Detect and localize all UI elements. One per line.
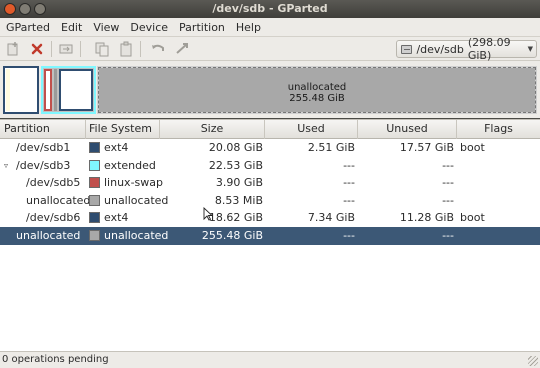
apply-icon <box>176 43 188 54</box>
table-row[interactable]: /dev/sdb1 ext4 20.08 GiB 2.51 GiB 17.57 GiB b… <box>0 139 540 157</box>
device-selector[interactable]: /dev/sdb (298.09 GiB) ▼ <box>396 36 537 62</box>
table-row[interactable]: ▿ /dev/sdb3 extended 22.53 GiB --- --- <box>0 157 540 175</box>
mouse-cursor-icon <box>203 207 213 221</box>
expander-arrow-icon[interactable]: ▿ <box>4 157 8 175</box>
cell-flags: boot <box>460 141 485 154</box>
paste-icon <box>120 41 132 57</box>
paste-button[interactable] <box>118 41 134 57</box>
partition-table: Partition File System Size Used Unused F… <box>0 119 540 351</box>
table-row[interactable]: unallocated unallocated 8.53 MiB --- --- <box>0 192 540 210</box>
new-partition-icon <box>7 42 18 56</box>
cell-file-system: extended <box>104 158 156 172</box>
map-unallocated-large[interactable]: unallocated 255.48 GiB <box>97 66 537 114</box>
operations-pending: 0 operations pending <box>2 354 109 365</box>
undo-icon <box>152 44 164 51</box>
cell-partition: /dev/sdb3 <box>16 158 71 172</box>
toolbar: /dev/sdb (298.09 GiB) ▼ <box>0 36 540 62</box>
cell-size: 22.53 GiB <box>208 158 263 172</box>
resize-grip[interactable] <box>528 356 538 366</box>
map-unallocated-label: unallocated <box>287 82 347 93</box>
column-unused[interactable]: Unused <box>358 120 457 139</box>
menu-help[interactable]: Help <box>230 21 266 34</box>
map-partition-sdb6[interactable] <box>59 69 93 111</box>
table-row[interactable]: /dev/sdb5 linux-swap 3.90 GiB --- --- <box>0 174 540 192</box>
cell-size: 255.48 GiB <box>201 228 263 242</box>
column-used[interactable]: Used <box>265 120 358 139</box>
column-size[interactable]: Size <box>160 120 265 139</box>
table-header: Partition File System Size Used Unused F… <box>0 120 540 139</box>
map-partition-extended[interactable] <box>41 66 96 114</box>
undo-button[interactable] <box>150 41 166 57</box>
cell-partition: unallocated <box>26 193 91 207</box>
cell-unused: 11.28 GiB <box>399 211 454 224</box>
new-partition-button[interactable] <box>5 41 21 57</box>
cell-unused: --- <box>442 193 454 207</box>
device-size: (298.09 GiB) <box>467 36 511 62</box>
map-partition-sdb5[interactable] <box>44 69 52 111</box>
cell-file-system: ext4 <box>104 211 129 224</box>
filesystem-color-swatch <box>89 229 100 241</box>
cell-used: --- <box>343 193 355 207</box>
cell-partition: /dev/sdb1 <box>16 141 71 154</box>
filesystem-color-swatch <box>89 177 100 188</box>
apply-button[interactable] <box>174 41 190 57</box>
menu-bar: GParted Edit View Device Partition Help <box>0 18 540 37</box>
table-row[interactable]: unallocated unallocated 255.48 GiB --- --- <box>0 226 540 245</box>
map-partition-sdb1[interactable] <box>3 66 39 114</box>
copy-button[interactable] <box>94 41 110 57</box>
cell-size: 20.08 GiB <box>208 141 263 154</box>
title-bar: /dev/sdb - GParted <box>0 0 540 18</box>
cell-partition: /dev/sdb5 <box>26 176 81 189</box>
cell-unused: 17.57 GiB <box>399 141 454 154</box>
cell-file-system: ext4 <box>104 141 129 154</box>
cell-unused: --- <box>442 158 454 172</box>
cell-unused: --- <box>442 228 454 242</box>
cell-size: 3.90 GiB <box>215 176 263 189</box>
delete-icon <box>31 43 43 55</box>
cell-used: --- <box>343 158 355 172</box>
filesystem-color-swatch <box>89 194 100 206</box>
filesystem-color-swatch <box>89 159 100 171</box>
menu-device[interactable]: Device <box>124 21 173 34</box>
cell-file-system: linux-swap <box>104 176 163 189</box>
toolbar-separator <box>51 41 52 57</box>
resize-move-icon <box>59 44 73 54</box>
status-bar: 0 operations pending <box>0 351 540 368</box>
toolbar-separator <box>140 41 141 57</box>
map-unallocated-small[interactable] <box>54 69 57 111</box>
delete-partition-button[interactable] <box>29 41 45 57</box>
menu-partition[interactable]: Partition <box>173 21 230 34</box>
cell-used: --- <box>343 176 355 189</box>
cell-file-system: unallocated <box>104 228 169 242</box>
cell-used: --- <box>343 228 355 242</box>
toolbar-separator <box>80 41 81 57</box>
cell-partition: /dev/sdb6 <box>26 211 81 224</box>
column-file-system[interactable]: File System <box>86 120 160 139</box>
menu-edit[interactable]: Edit <box>55 21 87 34</box>
cell-used: 7.34 GiB <box>307 211 355 224</box>
cell-flags: boot <box>460 211 485 224</box>
menu-view[interactable]: View <box>87 21 124 34</box>
cell-partition: unallocated <box>16 228 81 242</box>
cell-file-system: unallocated <box>104 193 169 207</box>
hard-disk-icon <box>401 44 413 54</box>
window-title: /dev/sdb - GParted <box>212 2 328 15</box>
filesystem-color-swatch <box>89 212 100 223</box>
map-unallocated-size: 255.48 GiB <box>289 93 345 104</box>
cell-used: 2.51 GiB <box>307 141 355 154</box>
chevron-down-icon: ▼ <box>527 45 533 53</box>
column-flags[interactable]: Flags <box>457 120 540 139</box>
copy-icon <box>95 42 109 57</box>
column-partition[interactable]: Partition <box>0 120 86 139</box>
filesystem-color-swatch <box>89 142 100 153</box>
resize-move-button[interactable] <box>58 41 74 57</box>
cell-unused: --- <box>442 176 454 189</box>
menu-gparted[interactable]: GParted <box>0 21 55 34</box>
table-row[interactable]: /dev/sdb6 ext4 18.62 GiB 7.34 GiB 11.28 GiB b… <box>0 209 540 227</box>
device-name: /dev/sdb <box>416 42 464 56</box>
partition-map: unallocated 255.48 GiB <box>0 61 540 118</box>
